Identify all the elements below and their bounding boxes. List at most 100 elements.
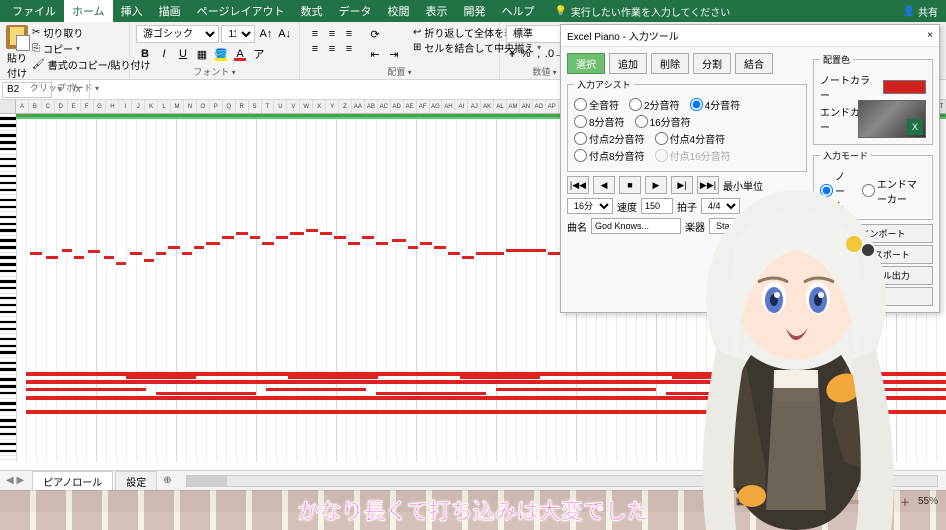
note[interactable] [26, 388, 146, 391]
mode-endmarker[interactable]: エンドマーカー [862, 168, 926, 213]
tell-me[interactable]: 💡 実行したい作業を入力してください [554, 0, 730, 22]
tab-draw[interactable]: 描画 [151, 0, 189, 22]
col-header[interactable]: F [81, 100, 94, 113]
border-button[interactable]: ▦ [193, 45, 211, 63]
note[interactable] [168, 246, 180, 249]
col-header[interactable]: AJ [468, 100, 481, 113]
song-input[interactable] [591, 218, 681, 234]
note[interactable] [376, 242, 388, 245]
sheet-nav[interactable]: ◀ ▶ [0, 475, 30, 486]
note[interactable] [384, 372, 454, 375]
note[interactable] [26, 396, 946, 400]
tab-help[interactable]: ヘルプ [493, 0, 542, 22]
note[interactable] [182, 252, 192, 255]
note[interactable] [62, 249, 72, 252]
col-header[interactable]: AF [417, 100, 430, 113]
col-header[interactable]: X [313, 100, 326, 113]
tool-close-button[interactable]: × [927, 30, 933, 41]
col-header[interactable]: AH [442, 100, 455, 113]
note[interactable] [460, 376, 540, 379]
col-header[interactable]: J [132, 100, 145, 113]
note[interactable] [88, 250, 100, 253]
note[interactable] [126, 376, 196, 379]
col-header[interactable]: U [274, 100, 287, 113]
note[interactable] [420, 242, 432, 245]
excel-piano-tool-panel[interactable]: Excel Piano - 入力ツール × 選択 追加 削除 分割 結合 入力ア… [560, 24, 940, 313]
note[interactable] [476, 252, 504, 255]
beat-select[interactable]: 4/4 [701, 198, 740, 214]
col-header[interactable]: B [29, 100, 42, 113]
tool-close-button-2[interactable]: 閉じる [813, 287, 933, 306]
mode-split-button[interactable]: 分割 [693, 53, 731, 74]
opt-dot-half[interactable]: 付点2分音符 [574, 131, 645, 146]
col-header[interactable]: N [184, 100, 197, 113]
col-header[interactable]: I [119, 100, 132, 113]
instrument-select[interactable]: Stage Piano [709, 218, 779, 234]
col-header[interactable]: M [171, 100, 184, 113]
col-header[interactable]: AC [378, 100, 391, 113]
col-header[interactable]: L [158, 100, 171, 113]
col-header[interactable]: Z [339, 100, 352, 113]
comma-button[interactable]: , [533, 45, 545, 63]
emd-export-button[interactable]: EMDエクスポート [813, 245, 933, 264]
select-all-corner[interactable] [0, 100, 16, 113]
col-header[interactable]: C [42, 100, 55, 113]
percent-button[interactable]: % [519, 45, 531, 63]
note[interactable] [546, 372, 666, 375]
note[interactable] [30, 252, 42, 255]
min-unit-select[interactable]: 16分 [567, 198, 613, 214]
transport-last[interactable]: ▶▶| [697, 176, 719, 194]
increase-indent-button[interactable]: ⇥ [385, 45, 403, 63]
note[interactable] [236, 232, 248, 235]
note[interactable] [362, 236, 374, 239]
underline-button[interactable]: U [174, 45, 192, 63]
note[interactable] [408, 246, 418, 249]
tab-developer[interactable]: 開発 [455, 0, 493, 22]
mode-join-button[interactable]: 結合 [735, 53, 773, 74]
note[interactable] [496, 388, 656, 391]
fill-color-button[interactable]: 🪣 [212, 45, 230, 63]
col-header[interactable]: A [16, 100, 29, 113]
opt-half[interactable]: 2分音符 [629, 97, 680, 112]
col-header[interactable]: Q [223, 100, 236, 113]
decrease-font-icon[interactable]: A↓ [276, 25, 293, 43]
col-header[interactable]: R [236, 100, 249, 113]
horizontal-scrollbar[interactable] [186, 475, 938, 487]
increase-font-icon[interactable]: A↑ [257, 25, 274, 43]
note[interactable] [26, 380, 946, 384]
note[interactable] [26, 410, 946, 414]
col-header[interactable]: AO [533, 100, 546, 113]
col-header[interactable]: H [106, 100, 119, 113]
col-header[interactable]: AN [520, 100, 533, 113]
col-header[interactable]: AB [365, 100, 378, 113]
note[interactable] [250, 236, 260, 239]
note[interactable] [104, 256, 114, 259]
note[interactable] [290, 232, 304, 235]
tab-view[interactable]: 表示 [417, 0, 455, 22]
font-size-select[interactable]: 11 [221, 25, 255, 43]
note[interactable] [26, 372, 116, 375]
col-header[interactable]: AD [391, 100, 404, 113]
transport-first[interactable]: |◀◀ [567, 176, 589, 194]
name-box[interactable]: B2 [2, 82, 52, 98]
note[interactable] [462, 256, 474, 259]
col-header[interactable]: AP [546, 100, 559, 113]
col-header[interactable]: AA [352, 100, 365, 113]
fx-icon[interactable]: fx [65, 84, 89, 95]
transport-stop[interactable]: ■ [619, 176, 641, 194]
col-header[interactable]: Y [326, 100, 339, 113]
tab-home[interactable]: ホーム [64, 0, 113, 22]
opt-dot-eighth[interactable]: 付点8分音符 [574, 148, 645, 163]
sheet-tab-settings[interactable]: 設定 [115, 471, 157, 491]
tab-data[interactable]: データ [330, 0, 379, 22]
note[interactable] [276, 236, 288, 239]
col-header[interactable]: AK [481, 100, 494, 113]
mode-note[interactable]: ノート [820, 168, 854, 213]
col-header[interactable]: AM [507, 100, 520, 113]
tab-formulas[interactable]: 数式 [292, 0, 330, 22]
col-header[interactable]: AG [430, 100, 443, 113]
transport-play[interactable]: ▶ [645, 176, 667, 194]
note[interactable] [376, 392, 486, 395]
note[interactable] [116, 262, 126, 265]
add-sheet-button[interactable]: ⊕ [157, 475, 177, 486]
